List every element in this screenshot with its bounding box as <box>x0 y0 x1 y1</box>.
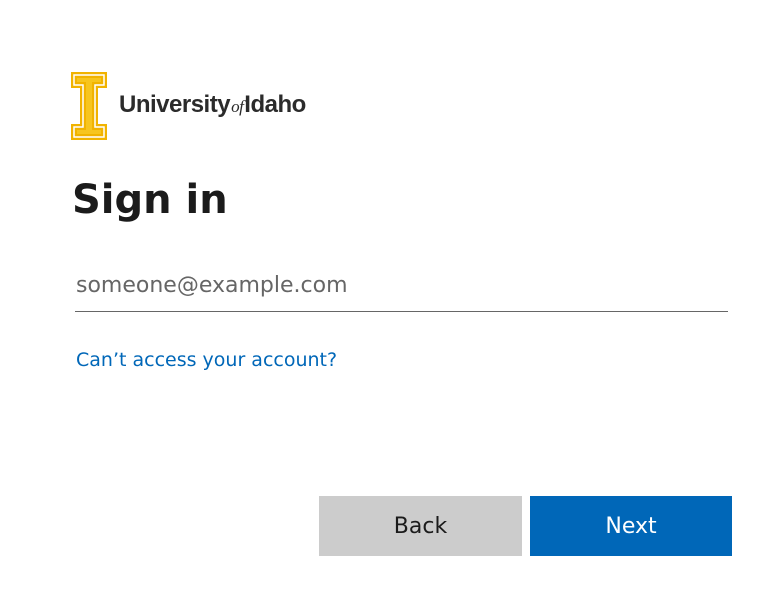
page-title: Sign in <box>72 177 228 223</box>
sign-in-page: University of Idaho Sign in Can’t access… <box>0 0 782 589</box>
logo-wordmark: University of Idaho <box>119 91 306 119</box>
back-button[interactable]: Back <box>319 496 522 556</box>
cant-access-account-link[interactable]: Can’t access your account? <box>76 349 337 371</box>
logo-word-idaho: Idaho <box>244 91 306 118</box>
university-logo: University of Idaho <box>71 72 306 140</box>
logo-word-university: University <box>119 91 231 118</box>
logo-word-of: of <box>231 97 244 116</box>
email-field[interactable] <box>75 260 728 312</box>
next-button[interactable]: Next <box>530 496 732 556</box>
block-i-icon <box>71 72 107 140</box>
